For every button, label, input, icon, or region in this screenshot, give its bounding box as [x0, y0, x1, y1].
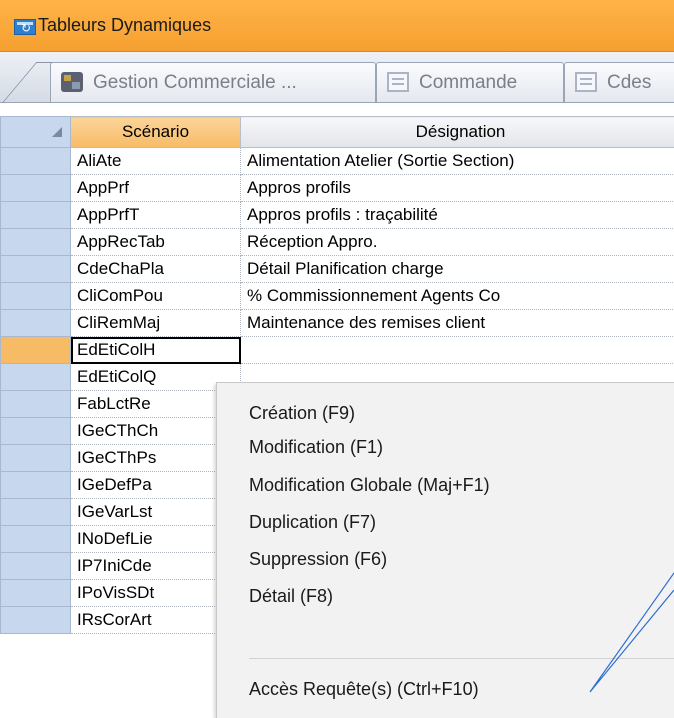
cell-scenario[interactable]: IGeCThCh [71, 418, 241, 445]
menu-item-modification-globale[interactable]: Modification Globale (Maj+F1) [217, 469, 674, 501]
row-header[interactable] [1, 472, 71, 499]
cell-designation[interactable]: Alimentation Atelier (Sortie Section) [241, 148, 674, 175]
cell-scenario[interactable]: CdeChaPla [71, 256, 241, 283]
cell-designation[interactable]: Détail Planification charge [241, 256, 674, 283]
select-all-corner[interactable] [1, 117, 71, 148]
row-header[interactable] [1, 148, 71, 175]
cell-designation[interactable]: % Commissionnement Agents Co [241, 283, 674, 310]
cell-scenario[interactable]: AliAte [71, 148, 241, 175]
cell-designation[interactable]: Réception Appro. [241, 229, 674, 256]
menu-item-detail[interactable]: Détail (F8) [217, 580, 674, 612]
cell-scenario[interactable]: AppPrf [71, 175, 241, 202]
cell-scenario[interactable]: AppRecTab [71, 229, 241, 256]
row-header[interactable] [1, 580, 71, 607]
table-row[interactable]: CliRemMajMaintenance des remises client [1, 310, 674, 337]
cell-scenario[interactable]: IGeCThPs [71, 445, 241, 472]
cell-scenario[interactable]: IPoVisSDt [71, 580, 241, 607]
cell-designation[interactable]: Appros profils [241, 175, 674, 202]
row-header[interactable] [1, 364, 71, 391]
row-header[interactable] [1, 445, 71, 472]
row-header[interactable] [1, 499, 71, 526]
tab-label: Gestion Commerciale ... [93, 72, 297, 93]
document-icon [575, 72, 597, 92]
menu-item-modification[interactable]: Modification (F1) [217, 431, 674, 463]
menu-item-acces-requetes[interactable]: Accès Requête(s) (Ctrl+F10) [217, 673, 674, 705]
cell-scenario[interactable]: INoDefLie [71, 526, 241, 553]
table-row[interactable]: CliComPou% Commissionnement Agents Co [1, 283, 674, 310]
table-row[interactable]: AliAteAlimentation Atelier (Sortie Secti… [1, 148, 674, 175]
cell-scenario[interactable]: EdEtiColQ [71, 364, 241, 391]
menu-item-suppression[interactable]: Suppression (F6) [217, 543, 674, 575]
cell-designation[interactable]: Appros profils : traçabilité [241, 202, 674, 229]
menu-separator [249, 658, 674, 659]
cell-scenario[interactable]: FabLctRe [71, 391, 241, 418]
database-icon [61, 72, 83, 92]
app-icon [14, 19, 36, 35]
row-header[interactable] [1, 283, 71, 310]
column-header-scenario[interactable]: Scénario [71, 117, 241, 148]
row-header[interactable] [1, 310, 71, 337]
row-header[interactable] [1, 337, 71, 364]
cell-scenario[interactable]: CliComPou [71, 283, 241, 310]
window-title: Tableurs Dynamiques [38, 15, 211, 36]
cell-scenario[interactable]: CliRemMaj [71, 310, 241, 337]
row-header[interactable] [1, 526, 71, 553]
tab-label: Commande [419, 72, 517, 93]
row-header[interactable] [1, 229, 71, 256]
document-icon [387, 72, 409, 92]
row-header[interactable] [1, 202, 71, 229]
row-header[interactable] [1, 553, 71, 580]
cell-designation[interactable]: Maintenance des remises client [241, 310, 674, 337]
title-bar: Tableurs Dynamiques [0, 0, 674, 52]
cell-scenario[interactable]: IP7IniCde [71, 553, 241, 580]
table-row[interactable]: EdEtiColH [1, 337, 674, 364]
cell-scenario[interactable]: IRsCorArt [71, 607, 241, 634]
cell-scenario[interactable]: IGeVarLst [71, 499, 241, 526]
cell-designation[interactable] [241, 337, 674, 364]
menu-item-duplication[interactable]: Duplication (F7) [217, 506, 674, 538]
tab-cdes[interactable]: Cdes [564, 62, 674, 102]
row-header[interactable] [1, 607, 71, 634]
table-row[interactable]: AppPrfAppros profils [1, 175, 674, 202]
table-row[interactable]: AppRecTabRéception Appro. [1, 229, 674, 256]
row-header[interactable] [1, 256, 71, 283]
tab-gestion-commerciale[interactable]: Gestion Commerciale ... [50, 62, 376, 102]
table-row[interactable]: CdeChaPlaDétail Planification charge [1, 256, 674, 283]
table-row[interactable]: AppPrfTAppros profils : traçabilité [1, 202, 674, 229]
row-header[interactable] [1, 391, 71, 418]
tab-commande[interactable]: Commande [376, 62, 564, 102]
menu-item-creation[interactable]: Création (F9) [217, 397, 674, 429]
column-header-designation[interactable]: Désignation [241, 117, 674, 148]
cell-scenario[interactable]: AppPrfT [71, 202, 241, 229]
row-header[interactable] [1, 175, 71, 202]
context-menu: Création (F9) Modification (F1) Modifica… [216, 382, 674, 718]
cell-scenario[interactable]: IGeDefPa [71, 472, 241, 499]
row-header[interactable] [1, 418, 71, 445]
cell-scenario[interactable]: EdEtiColH [71, 337, 241, 364]
tab-label: Cdes [607, 72, 651, 93]
